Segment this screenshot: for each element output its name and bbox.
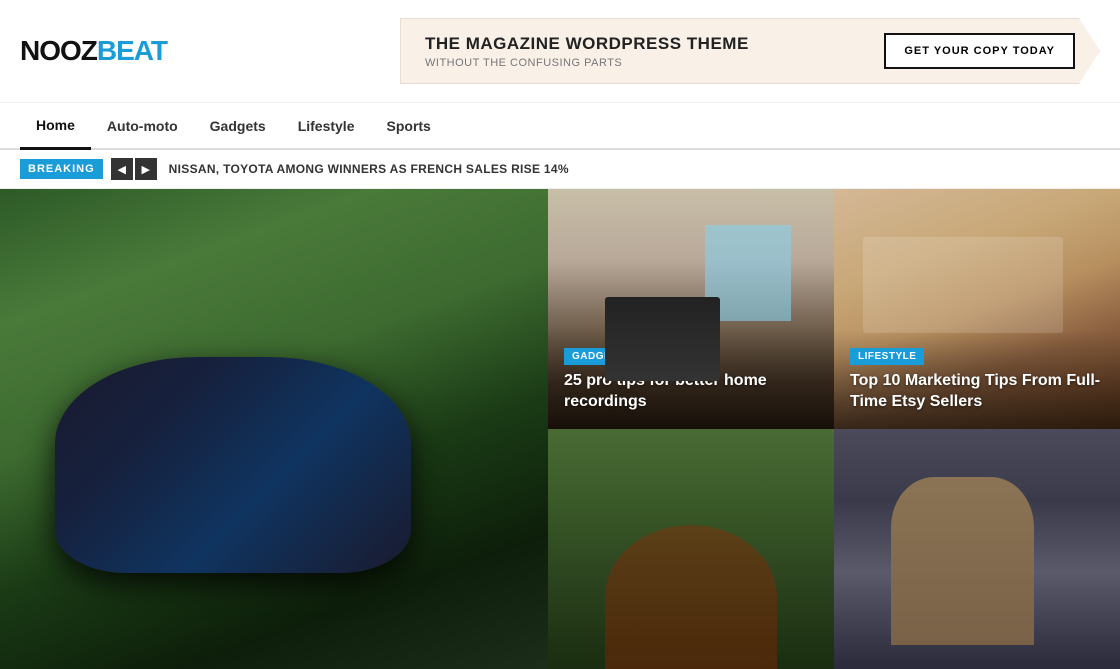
- nav-item-home[interactable]: Home: [20, 103, 91, 150]
- ad-title: THE MAGAZINE WORDPRESS THEME: [425, 34, 749, 54]
- card-title-art: Top 10 Marketing Tips From Full-Time Ets…: [850, 371, 1104, 413]
- nav-item-lifestyle[interactable]: Lifestyle: [282, 104, 371, 148]
- ad-subtitle: WITHOUT THE CONFUSING PARTS: [425, 57, 749, 69]
- content-grid: GADGETS 25 pro tips for better home reco…: [0, 189, 1120, 669]
- logo-black: NOOZ: [20, 35, 97, 66]
- card-art[interactable]: LIFESTYLE Top 10 Marketing Tips From Ful…: [834, 189, 1120, 429]
- card-category-desk: GADGETS: [564, 348, 633, 365]
- card-category-art: LIFESTYLE: [850, 348, 924, 365]
- card-building[interactable]: [834, 429, 1120, 669]
- nav-item-sports[interactable]: Sports: [371, 104, 447, 148]
- breaking-badge: BREAKING: [20, 159, 103, 179]
- logo-blue: BEAT: [97, 35, 167, 66]
- logo[interactable]: NOOZBEAT: [20, 35, 167, 67]
- card-title-desk: 25 pro tips for better home recordings: [564, 371, 818, 413]
- card-overlay-desk: GADGETS 25 pro tips for better home reco…: [548, 330, 834, 429]
- card-overlay-art: LIFESTYLE Top 10 Marketing Tips From Ful…: [834, 330, 1120, 429]
- ad-banner[interactable]: THE MAGAZINE WORDPRESS THEME WITHOUT THE…: [400, 18, 1100, 84]
- header: NOOZBEAT THE MAGAZINE WORDPRESS THEME WI…: [0, 0, 1120, 103]
- card-main-car[interactable]: [0, 189, 548, 669]
- ad-cta-button[interactable]: GET YOUR COPY TODAY: [884, 33, 1075, 69]
- navigation: Home Auto-moto Gadgets Lifestyle Sports: [0, 103, 1120, 150]
- ad-text: THE MAGAZINE WORDPRESS THEME WITHOUT THE…: [425, 34, 749, 69]
- card-football[interactable]: [548, 429, 834, 669]
- nav-item-gadgets[interactable]: Gadgets: [194, 104, 282, 148]
- nav-item-auto-moto[interactable]: Auto-moto: [91, 104, 194, 148]
- breaking-nav-controls: ◀ ▶: [111, 158, 157, 180]
- breaking-text: NISSAN, TOYOTA AMONG WINNERS AS FRENCH S…: [169, 162, 569, 176]
- breaking-next-button[interactable]: ▶: [135, 158, 157, 180]
- breaking-news-bar: BREAKING ◀ ▶ NISSAN, TOYOTA AMONG WINNER…: [0, 150, 1120, 189]
- card-desk[interactable]: GADGETS 25 pro tips for better home reco…: [548, 189, 834, 429]
- breaking-prev-button[interactable]: ◀: [111, 158, 133, 180]
